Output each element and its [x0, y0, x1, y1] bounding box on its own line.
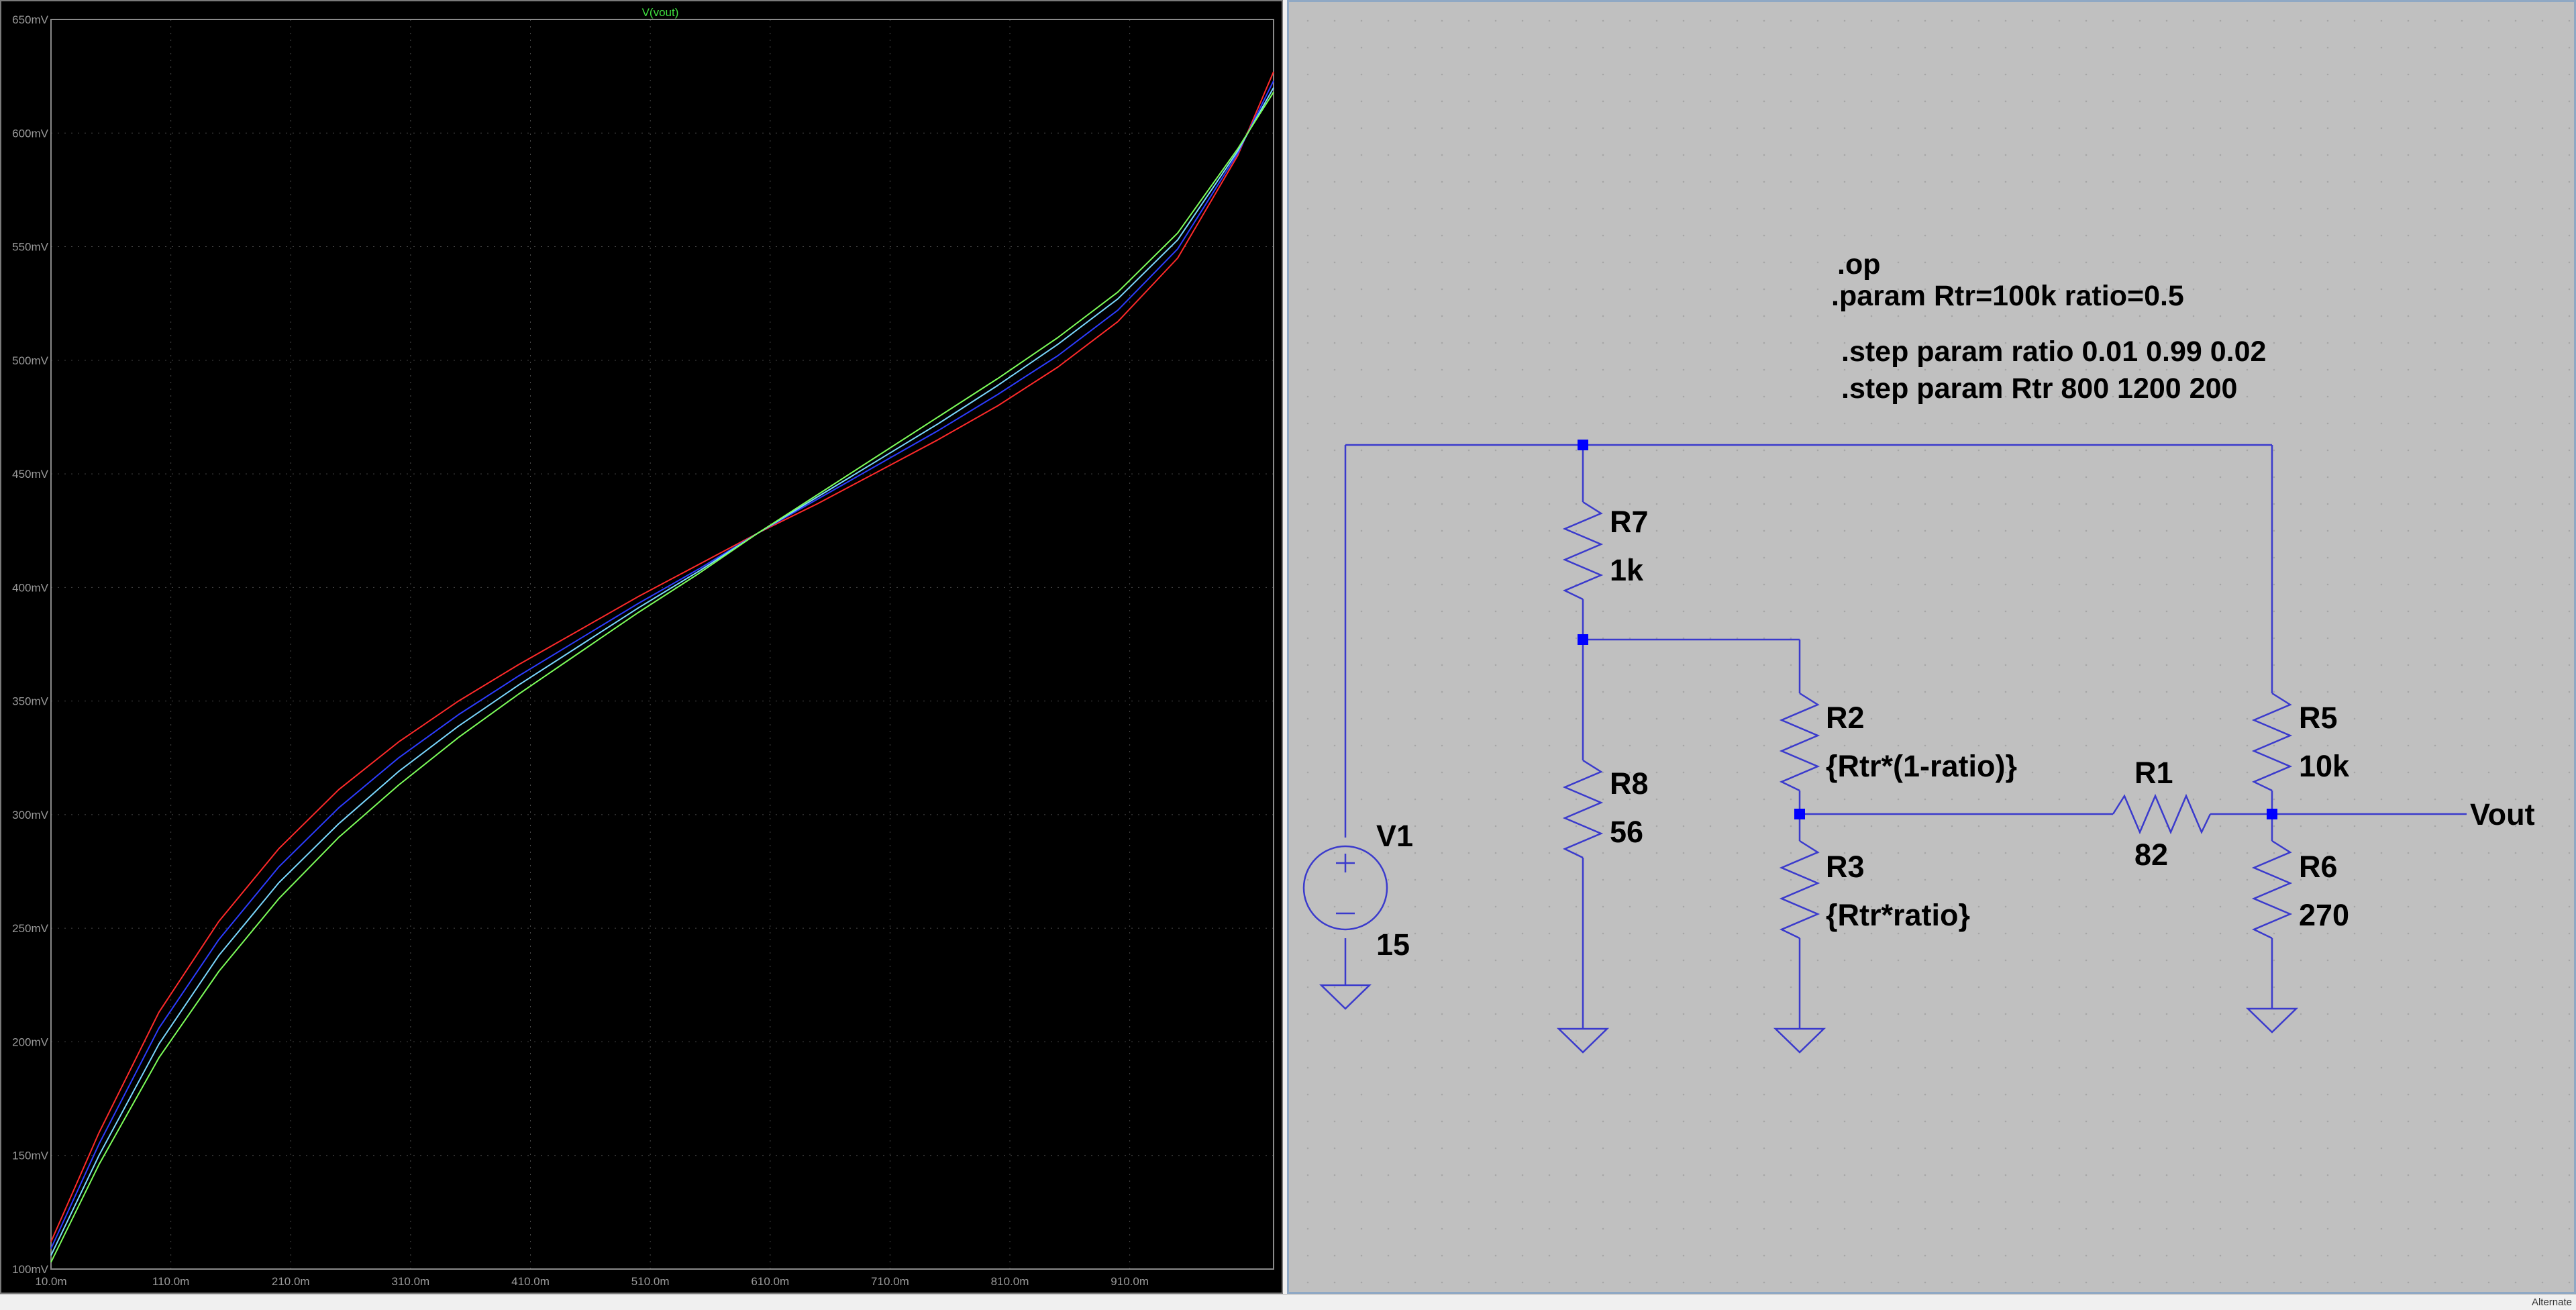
junction-vout — [2267, 809, 2277, 819]
r2-value[interactable]: {Rtr*(1-ratio)} — [1826, 749, 2017, 783]
x-tick-label: 810.0m — [991, 1275, 1029, 1288]
r6-value[interactable]: 270 — [2299, 898, 2349, 932]
r8-value[interactable]: 56 — [1610, 815, 1643, 849]
x-tick-label: 10.0m — [35, 1275, 66, 1288]
trace-line-2[interactable] — [50, 80, 1274, 1249]
r1-value[interactable]: 82 — [2134, 838, 2168, 872]
r6-name[interactable]: R6 — [2299, 850, 2338, 884]
y-tick-label: 400mV — [12, 581, 49, 594]
ground-icon-r6 — [2245, 1007, 2299, 1034]
r8-name[interactable]: R8 — [1610, 766, 1649, 801]
status-bar: Alternate — [0, 1294, 2576, 1310]
y-tick-label: 100mV — [12, 1263, 49, 1276]
ground-icon-v1 — [1319, 984, 1372, 1010]
r8-zigzag[interactable] — [1562, 759, 1604, 859]
directive-step-ratio[interactable]: .step param ratio 0.01 0.99 0.02 — [1841, 336, 2266, 368]
v1-name[interactable]: V1 — [1376, 819, 1413, 853]
y-axis-ticks: 100mV 150mV 200mV 250mV 300mV 350mV 400mV 450mV… — [12, 13, 49, 1276]
status-mode-text: Alternate — [2531, 1297, 2572, 1308]
plot-grid — [50, 19, 1274, 1270]
y-tick-label: 350mV — [12, 695, 49, 708]
junction-r2-r3 — [1794, 809, 1805, 819]
x-tick-label: 410.0m — [511, 1275, 550, 1288]
r7-name[interactable]: R7 — [1610, 505, 1649, 539]
directive-op[interactable]: .op — [1837, 248, 1880, 281]
x-tick-label: 210.0m — [272, 1275, 310, 1288]
y-tick-label: 450mV — [12, 468, 49, 481]
v1-value[interactable]: 15 — [1376, 927, 1410, 962]
directive-param[interactable]: .param Rtr=100k ratio=0.5 — [1831, 280, 2184, 312]
x-axis-ticks: 10.0m 110.0m 210.0m 310.0m 410.0m 510.0m 610.0… — [35, 1275, 1149, 1288]
x-tick-label: 310.0m — [392, 1275, 430, 1288]
junction-r7-r8 — [1578, 634, 1588, 645]
x-tick-label: 910.0m — [1111, 1275, 1149, 1288]
junction-top — [1578, 440, 1588, 450]
r1-name[interactable]: R1 — [2134, 756, 2173, 790]
trace-title[interactable]: V(vout) — [642, 6, 679, 19]
r1-zigzag[interactable] — [2112, 793, 2212, 835]
x-tick-label: 710.0m — [871, 1275, 909, 1288]
r7-value[interactable]: 1k — [1610, 553, 1644, 587]
y-tick-label: 200mV — [12, 1036, 49, 1048]
r3-name[interactable]: R3 — [1826, 850, 1865, 884]
trace-line-1[interactable] — [50, 71, 1274, 1242]
x-tick-label: 610.0m — [751, 1275, 789, 1288]
schematic-window[interactable]: .op .param Rtr=100k ratio=0.5 .step para… — [1287, 0, 2576, 1294]
x-tick-label: 510.0m — [631, 1275, 670, 1288]
trace-line-4[interactable] — [50, 91, 1274, 1263]
r2-zigzag[interactable] — [1779, 692, 1820, 792]
net-label-vout[interactable]: Vout — [2470, 797, 2535, 832]
directive-step-rtr[interactable]: .step param Rtr 800 1200 200 — [1841, 372, 2237, 405]
r5-name[interactable]: R5 — [2299, 701, 2338, 735]
schematic-canvas[interactable]: .op .param Rtr=100k ratio=0.5 .step para… — [1289, 2, 2574, 1292]
r5-value[interactable]: 10k — [2299, 749, 2350, 783]
waveform-plot[interactable]: 100mV 150mV 200mV 250mV 300mV 350mV 400mV 450mV… — [1, 1, 1284, 1295]
r3-value[interactable]: {Rtr*ratio} — [1826, 898, 1970, 932]
x-tick-label: 110.0m — [152, 1275, 189, 1288]
r2-name[interactable]: R2 — [1826, 701, 1865, 735]
plot-window[interactable]: 100mV 150mV 200mV 250mV 300mV 350mV 400mV 450mV… — [0, 0, 1283, 1294]
r3-zigzag[interactable] — [1779, 840, 1820, 940]
trace-lines[interactable] — [50, 71, 1274, 1263]
ground-icon-r3 — [1773, 1027, 1826, 1054]
trace-line-3[interactable] — [50, 87, 1274, 1256]
y-tick-label: 650mV — [12, 13, 49, 26]
plot-frame — [50, 19, 1274, 1270]
r7-zigzag[interactable] — [1562, 501, 1604, 601]
y-tick-label: 250mV — [12, 922, 49, 935]
y-tick-label: 500mV — [12, 354, 49, 367]
ground-icon-r8 — [1556, 1027, 1610, 1054]
y-tick-label: 600mV — [12, 127, 49, 140]
y-tick-label: 150mV — [12, 1150, 49, 1162]
y-tick-label: 550mV — [12, 241, 49, 254]
r6-zigzag[interactable] — [2251, 840, 2293, 940]
y-tick-label: 300mV — [12, 809, 49, 821]
r5-zigzag[interactable] — [2251, 692, 2293, 792]
